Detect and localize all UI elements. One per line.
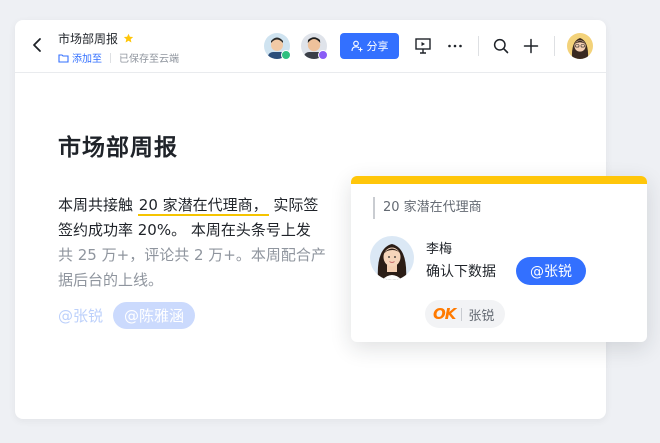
reaction-user: 张锐 (468, 308, 495, 324)
add-user-icon (350, 40, 362, 52)
add-to-label: 添加至 (72, 54, 102, 65)
paragraph-line: 共 25 万+，评论共 2 万+。本周配合产 (58, 246, 326, 264)
reaction-badge[interactable]: OK 张锐 (425, 300, 506, 328)
paragraph-line: 据后台的上线。 (58, 271, 164, 289)
ok-emoji-icon: OK (433, 305, 456, 323)
presentation-icon[interactable] (414, 37, 432, 55)
top-bar: 市场部周报 添加至 已保存至云端 分享 (15, 20, 606, 73)
woman-avatar-image (370, 236, 414, 280)
plus-icon[interactable] (522, 37, 540, 55)
save-status: 已保存至云端 (119, 54, 179, 65)
share-label: 分享 (366, 40, 389, 53)
paragraph-line: 本周共接触 20 家潜在代理商， 实际签 (58, 193, 350, 218)
search-icon[interactable] (492, 37, 510, 55)
document-heading: 市场部周报 (58, 135, 178, 161)
chevron-left-icon[interactable] (29, 36, 47, 54)
doc-title-text: 市场部周报 (58, 32, 119, 46)
document-paragraph[interactable]: 本周共接触 20 家潜在代理商， 实际签 签约成功率 20%。 本周在头条号上发… (58, 193, 350, 293)
toolbar-divider (478, 36, 479, 56)
user-avatar[interactable] (567, 33, 593, 59)
comment-card[interactable]: 20 家潜在代理商 李梅 确认下数据 @张锐 OK 张锐 (351, 176, 647, 342)
star-icon[interactable] (123, 33, 134, 44)
comment-author-name: 李梅 (426, 242, 453, 257)
highlighted-text[interactable]: 20 家潜在代理商， (137, 196, 269, 216)
online-status-dot (318, 50, 328, 60)
text-segment: 本周共接触 (58, 196, 138, 214)
meta-divider (110, 52, 111, 63)
comment-mention-chip[interactable]: @张锐 (516, 257, 586, 285)
comment-author-avatar[interactable] (370, 236, 414, 280)
more-icon[interactable] (446, 37, 464, 55)
online-status-dot (281, 50, 291, 60)
paragraph-line: 签约成功率 20%。 本周在头条号上发 (58, 221, 311, 239)
text-segment: 实际签 (268, 196, 319, 214)
reaction-divider (461, 307, 463, 321)
mention-link[interactable]: @张锐 (58, 305, 103, 326)
comment-card-accent-bar (351, 176, 647, 184)
toolbar-divider (554, 36, 555, 56)
folder-icon (58, 53, 69, 63)
doc-title: 市场部周报 (58, 30, 134, 47)
comment-quote: 20 家潜在代理商 (373, 197, 482, 219)
mention-chip[interactable]: @陈雅涵 (113, 302, 196, 329)
add-to-button[interactable]: 添加至 (58, 50, 102, 65)
doc-meta: 添加至 已保存至云端 (58, 50, 179, 65)
woman-avatar-image (567, 33, 593, 59)
share-button[interactable]: 分享 (340, 33, 399, 59)
comment-text: 确认下数据 (426, 264, 496, 280)
mention-row: @张锐 @陈雅涵 (58, 302, 196, 329)
